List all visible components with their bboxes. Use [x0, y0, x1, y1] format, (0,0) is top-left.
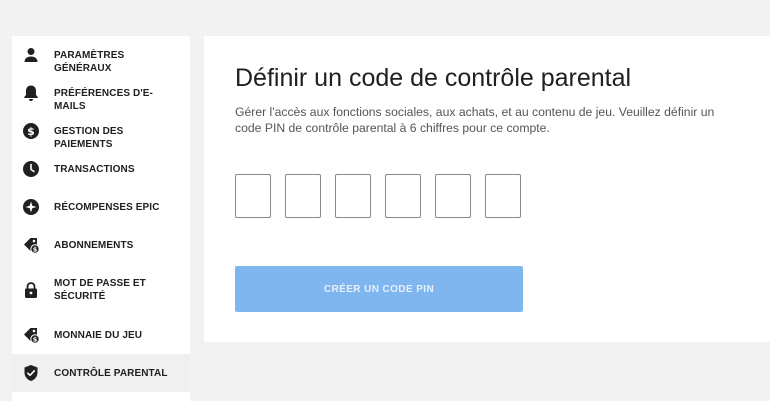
sidebar-item-label: CONTRÔLE PARENTAL	[54, 368, 168, 379]
sidebar-item-general-settings[interactable]: PARAMÈTRES GÉNÉRAUX	[12, 36, 190, 74]
pin-digit-3[interactable]	[335, 174, 371, 218]
sidebar-item-game-currency[interactable]: $ MONNAIE DU JEU	[12, 316, 190, 354]
sidebar-item-label: MONNAIE DU JEU	[54, 330, 143, 341]
sidebar: PARAMÈTRES GÉNÉRAUX PRÉFÉRENCES D'E-MAIL…	[12, 36, 190, 401]
dollar-circle-icon: $	[22, 122, 40, 140]
star-circle-icon	[22, 198, 40, 216]
sidebar-item-label: PARAMÈTRES GÉNÉRAUX	[54, 50, 125, 74]
sidebar-item-label: MOT DE PASSE ET SÉCURITÉ	[54, 278, 146, 302]
svg-text:$: $	[33, 336, 38, 344]
sidebar-item-password-security[interactable]: MOT DE PASSE ET SÉCURITÉ	[12, 264, 190, 316]
sidebar-item-payment-management[interactable]: $ GESTION DES PAIEMENTS	[12, 112, 190, 150]
page-title: Définir un code de contrôle parental	[235, 64, 632, 92]
bell-icon	[22, 84, 40, 102]
pin-digit-2[interactable]	[285, 174, 321, 218]
pin-digit-6[interactable]	[485, 174, 521, 218]
page-description: Gérer l'accès aux fonctions sociales, au…	[235, 105, 715, 135]
clock-icon	[22, 160, 40, 178]
coin-tag-icon: $	[22, 326, 40, 344]
sidebar-item-label: GESTION DES PAIEMENTS	[54, 126, 124, 150]
pin-digit-1[interactable]	[235, 174, 271, 218]
sidebar-item-transactions[interactable]: TRANSACTIONS	[12, 150, 190, 188]
subscription-icon: $	[22, 236, 40, 254]
sidebar-item-label: TRANSACTIONS	[54, 164, 135, 175]
sidebar-item-subscriptions[interactable]: $ ABONNEMENTS	[12, 226, 190, 264]
shield-check-icon	[22, 364, 40, 382]
create-pin-button[interactable]: CRÉER UN CODE PIN	[235, 266, 523, 312]
sidebar-item-label: ABONNEMENTS	[54, 240, 134, 251]
sidebar-item-label: PRÉFÉRENCES D'E-MAILS	[54, 88, 153, 112]
lock-icon	[22, 281, 40, 299]
pin-digit-4[interactable]	[385, 174, 421, 218]
parental-control-panel: Définir un code de contrôle parental Gér…	[204, 36, 770, 342]
pin-digit-5[interactable]	[435, 174, 471, 218]
sidebar-item-email-preferences[interactable]: PRÉFÉRENCES D'E-MAILS	[12, 74, 190, 112]
svg-text:$: $	[27, 125, 35, 138]
sidebar-item-label: RÉCOMPENSES EPIC	[54, 202, 160, 213]
svg-text:$: $	[33, 246, 38, 254]
sidebar-item-epic-rewards[interactable]: RÉCOMPENSES EPIC	[12, 188, 190, 226]
person-icon	[22, 46, 40, 64]
sidebar-item-parental-control[interactable]: CONTRÔLE PARENTAL	[12, 354, 190, 392]
